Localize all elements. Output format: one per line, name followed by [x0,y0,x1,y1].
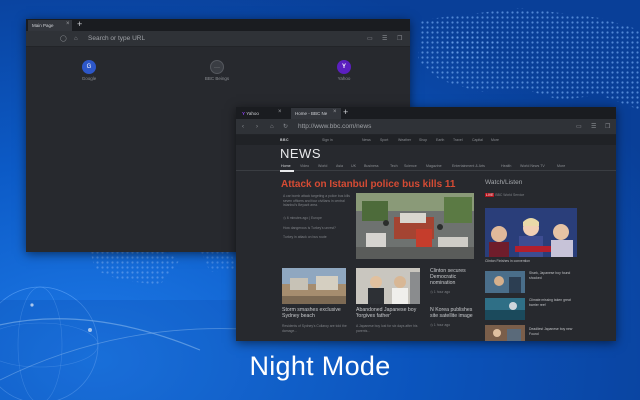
section-science[interactable]: Science [404,164,417,168]
story-time-text: 1 hour ago [433,290,451,294]
related-link[interactable]: How dangerous is Turkey's unrest? [283,226,353,231]
bbc-icon: ··· [210,60,224,74]
istanbul-bus-photo[interactable] [356,193,474,259]
watch-caption[interactable]: Clinton Finishes in convention [485,259,577,264]
section-entertainment[interactable]: Entertainment & Arts [452,164,485,168]
clinton-convention-photo[interactable] [485,208,577,257]
story-time: ◷ 1 hour ago [430,290,474,295]
google-icon: G [82,60,96,74]
story-title[interactable]: Storm smashes exclusive Sydney beach [282,307,348,319]
nav-capital[interactable]: Capital [472,138,483,142]
new-tab-plus-icon[interactable]: + [77,19,82,30]
section-health[interactable]: Health [501,164,511,168]
bbc-top-nav: BBC Sign in News Sport Weather Shop Eart… [236,135,616,145]
japanese-boy-photo[interactable] [356,268,420,304]
speed-dial-label: Yahoo [337,76,351,81]
related-link[interactable]: Turkey in attack on bus route [283,235,353,240]
nav-travel[interactable]: Travel [453,138,463,142]
watch-listen-title[interactable]: Watch/Listen [485,179,522,186]
headline-summary: A car bomb attack targeting a police bus… [283,194,350,207]
tab-label: Home - BBC Ne [295,111,328,116]
nav-shop[interactable]: Shop [419,138,427,142]
close-icon[interactable]: × [66,21,70,27]
story-time-text: 1 hour ago [433,323,451,327]
section-video[interactable]: Video [300,164,309,168]
side-story-title[interactable]: Shark, Japanese boy found shocked [529,271,573,280]
news-brand[interactable]: NEWS [280,146,321,161]
close-icon[interactable]: × [333,109,337,115]
speed-dial-label: Google [81,76,97,81]
tab-bar: Main Page × + [26,19,410,31]
section-business[interactable]: Business [364,164,379,168]
nav-earth[interactable]: Earth [436,138,444,142]
menu-icon[interactable]: ☰ [382,35,387,43]
home-icon[interactable]: ⌂ [74,35,78,43]
side-story-photo[interactable] [485,325,525,341]
back-icon[interactable]: ‹ [242,123,244,131]
nav-more[interactable]: More [491,138,499,142]
side-story-photo[interactable] [485,298,525,320]
speed-dial-yahoo[interactable]: Y Yahoo [324,60,364,81]
nav-weather[interactable]: Weather [398,138,411,142]
tab-label: Main Page [32,23,54,28]
storm-beach-photo[interactable] [282,268,346,304]
story-summary: Residents of Sydney's Collaroy are told … [282,324,347,333]
nav-sign-in[interactable]: Sign in [322,138,333,142]
yahoo-icon: Y [337,60,351,74]
tabs-icon[interactable]: ❐ [397,35,402,43]
story-time: ◷ 1 hour ago [430,323,474,328]
side-story-title[interactable]: Deadliest Japanese boy new Found [529,327,573,336]
bbc-logo[interactable]: BBC [280,138,289,142]
section-asia[interactable]: Asia [336,164,343,168]
address-bar: ‹ › ⌂ ↻ http://www.bbc.com/news ▭ ☰ ❐ [236,119,616,135]
home-icon[interactable]: ⌂ [270,123,274,131]
close-icon[interactable]: × [278,109,282,115]
story-summary: A Japanese boy lost for six days after h… [356,324,418,333]
section-tech[interactable]: Tech [390,164,398,168]
live-badge: LIVE [485,193,495,197]
nav-sport[interactable]: Sport [380,138,388,142]
address-input[interactable]: Search or type URL [88,35,145,42]
top-headline[interactable]: Attack on Istanbul police bus kills 11 [281,179,456,190]
side-story-title[interactable]: Climate missing taken great barrier reef [529,298,573,307]
section-world[interactable]: World [318,164,327,168]
night-mode-caption: Night Mode [249,351,391,381]
section-home-underline [280,170,294,172]
forward-icon[interactable]: › [256,123,258,131]
toggle-icon[interactable]: ▭ [576,123,582,131]
yahoo-tab-icon: Y [242,111,246,116]
story-title[interactable]: Abandoned Japanese boy 'forgives father' [356,307,422,319]
shield-icon[interactable]: ◯ [60,35,67,43]
tab-label: Yahoo [246,111,259,116]
tabs-icon[interactable]: ❐ [605,123,610,131]
tab-bar: Y Yahoo × Home - BBC Ne × + [236,107,616,119]
live-row[interactable]: LIVE BBC World Service [485,193,595,198]
toggle-icon[interactable]: ▭ [367,35,373,43]
speed-dial-bbc[interactable]: ··· BBC Beings [197,60,237,81]
reload-icon[interactable]: ↻ [283,123,288,131]
speed-dial-label: BBC Beings [204,76,230,81]
new-tab-plus-icon[interactable]: + [343,107,348,118]
timestamp-text: 6 minutes ago | Europe [286,216,322,220]
section-world-news-tv[interactable]: World News TV [520,164,545,168]
section-more[interactable]: More [557,164,565,168]
address-input[interactable]: http://www.bbc.com/news [298,123,371,130]
nav-news[interactable]: News [362,138,371,142]
speed-dial-google[interactable]: G Google [69,60,109,81]
menu-icon[interactable]: ☰ [591,123,596,131]
story-title[interactable]: Clinton secures Democratic nomination [430,268,474,286]
address-bar: ◯ ⌂ Search or type URL ▭ ☰ ❐ [26,31,410,47]
story-title[interactable]: N Korea publishes site satellite image [430,307,474,319]
browser-window-front: Y Yahoo × Home - BBC Ne × + ‹ › ⌂ ↻ http… [236,107,616,341]
side-story-photo[interactable] [485,271,525,293]
section-uk[interactable]: UK [351,164,356,168]
section-magazine[interactable]: Magazine [426,164,442,168]
section-home[interactable]: Home [281,164,291,168]
headline-timestamp: ◷ 6 minutes ago | Europe [283,216,351,221]
live-text: BBC World Service [495,193,525,197]
